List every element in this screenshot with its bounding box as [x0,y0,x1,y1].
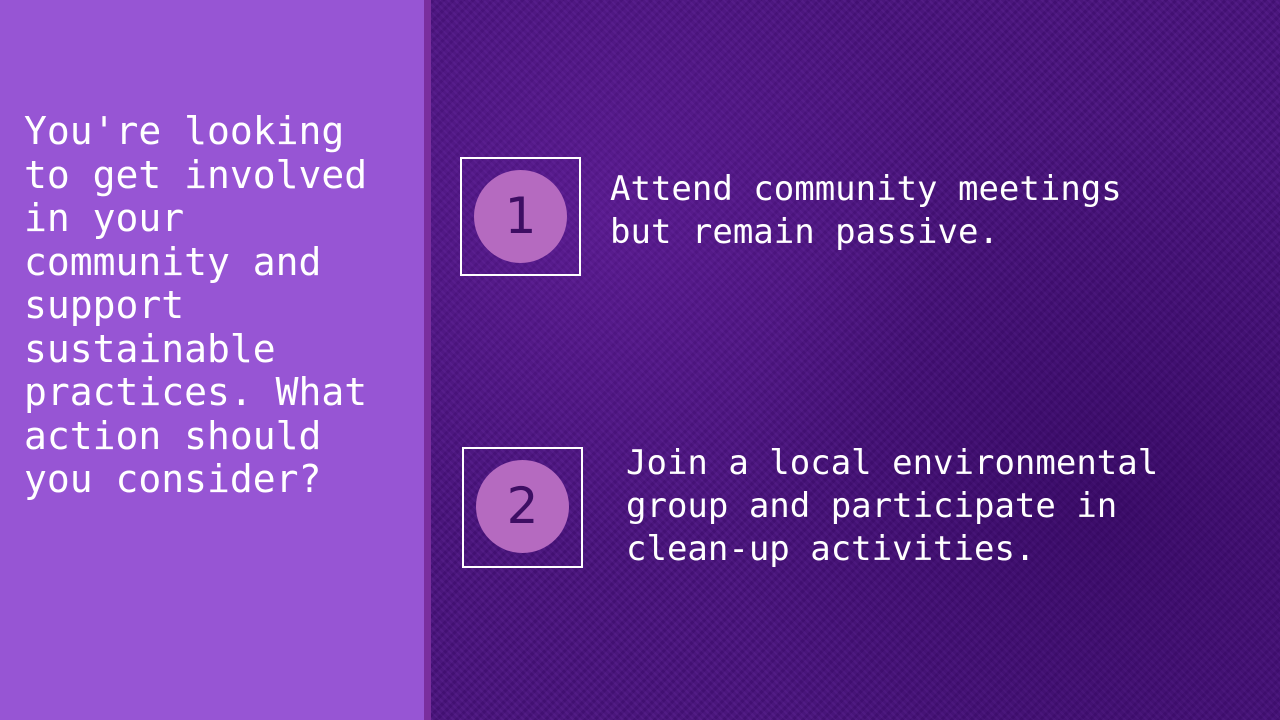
question-panel: You're looking to get involved in your c… [0,0,424,720]
option-2-number-box[interactable]: 2 [462,447,583,568]
option-1-number-badge: 1 [474,170,567,263]
answers-panel [431,0,1280,720]
option-1-text[interactable]: Attend community meetings but remain pas… [610,168,1210,254]
option-2-number-badge: 2 [476,460,569,553]
option-2-text[interactable]: Join a local environmental group and par… [626,442,1266,571]
option-1-number-box[interactable]: 1 [460,157,581,276]
question-text: You're looking to get involved in your c… [24,109,368,501]
panel-divider [424,0,431,720]
